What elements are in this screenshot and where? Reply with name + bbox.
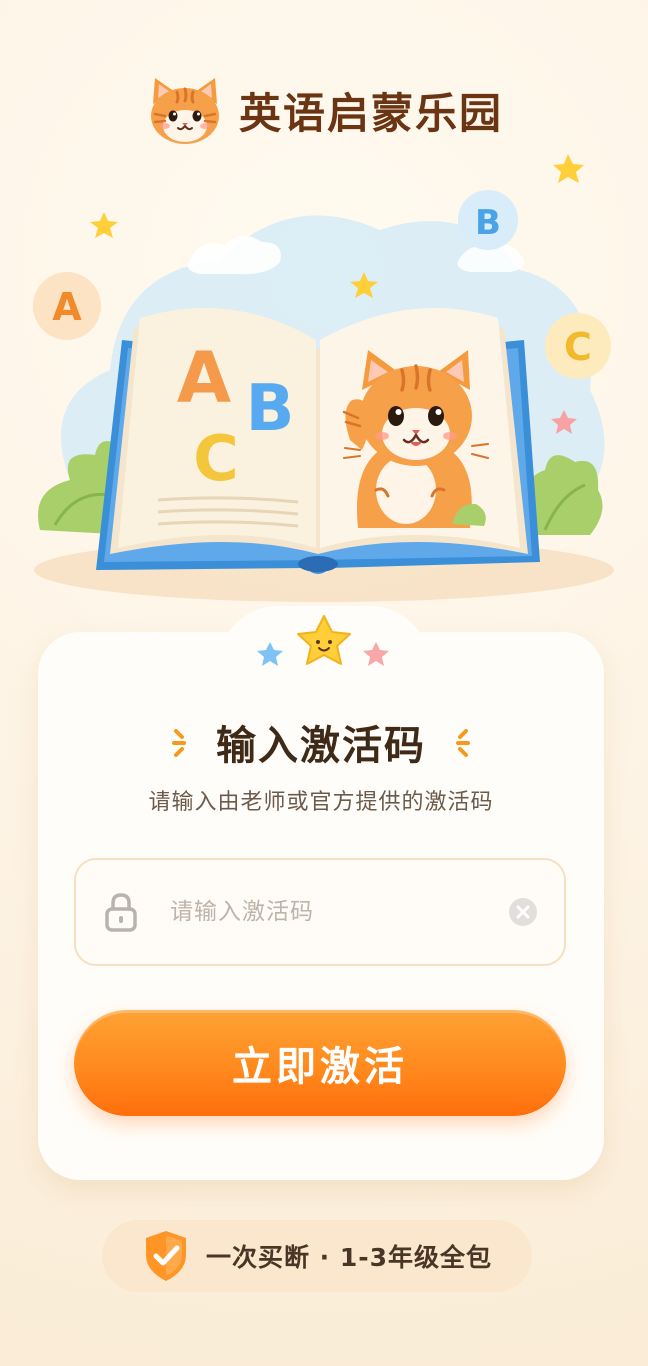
sparkle-right-icon [456,729,470,757]
purchase-info-badge: 一次买断 · 1-3年级全包 [102,1220,532,1292]
book-cat-illustration: A B C A B C [33,154,614,602]
page-letter-c: C [193,422,239,495]
app-header: 英语启蒙乐园 [0,70,648,150]
floating-letter-a: A [52,285,82,329]
card-title: 输入激活码 [216,723,426,769]
clear-icon[interactable] [508,897,538,927]
lock-icon [105,893,137,932]
sparkle-left-icon [172,729,186,757]
card-subtitle: 请输入由老师或官方提供的激活码 [148,790,494,815]
floating-letter-b: B [475,203,501,243]
purchase-info-text: 一次买断 · 1-3年级全包 [205,1243,493,1272]
activate-button[interactable]: 立即激活 [74,1010,566,1116]
small-star-icon [257,642,283,666]
activation-code-field[interactable] [74,858,566,966]
activate-button-label: 立即激活 [232,1044,408,1090]
page-letter-b: B [246,372,295,446]
floating-letter-c: C [564,325,592,369]
activation-code-input[interactable] [170,899,508,925]
smiling-star-icon [297,615,351,665]
small-star-icon [363,642,389,666]
app-title: 英语启蒙乐园 [238,88,503,138]
page-letter-a: A [177,337,231,419]
activation-screen: 英语启蒙乐园 A B C A B C 输入激活码 请输入由老师或官方提供的激活码… [0,0,648,1366]
shield-check-icon [145,1231,186,1281]
cat-face-icon [150,78,219,144]
card-title-row: 输入激活码 [38,712,604,772]
stars-decoration [257,615,389,666]
